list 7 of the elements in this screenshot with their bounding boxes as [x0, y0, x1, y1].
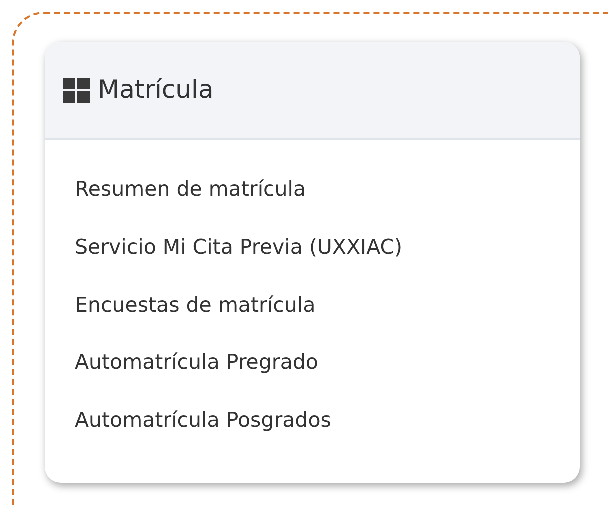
menu-link[interactable]: Automatrícula Pregrado — [75, 347, 318, 378]
menu-link[interactable]: Encuestas de matrícula — [75, 290, 316, 320]
menu-link[interactable]: Resumen de matrícula — [75, 174, 306, 205]
panel-title: Matrícula — [98, 74, 214, 106]
menu-link[interactable]: Servicio Mi Cita Previa (UXXIAC) — [75, 232, 403, 262]
menu-link[interactable]: Automatrícula Posgrados — [75, 405, 332, 436]
grid-icon — [63, 78, 90, 102]
